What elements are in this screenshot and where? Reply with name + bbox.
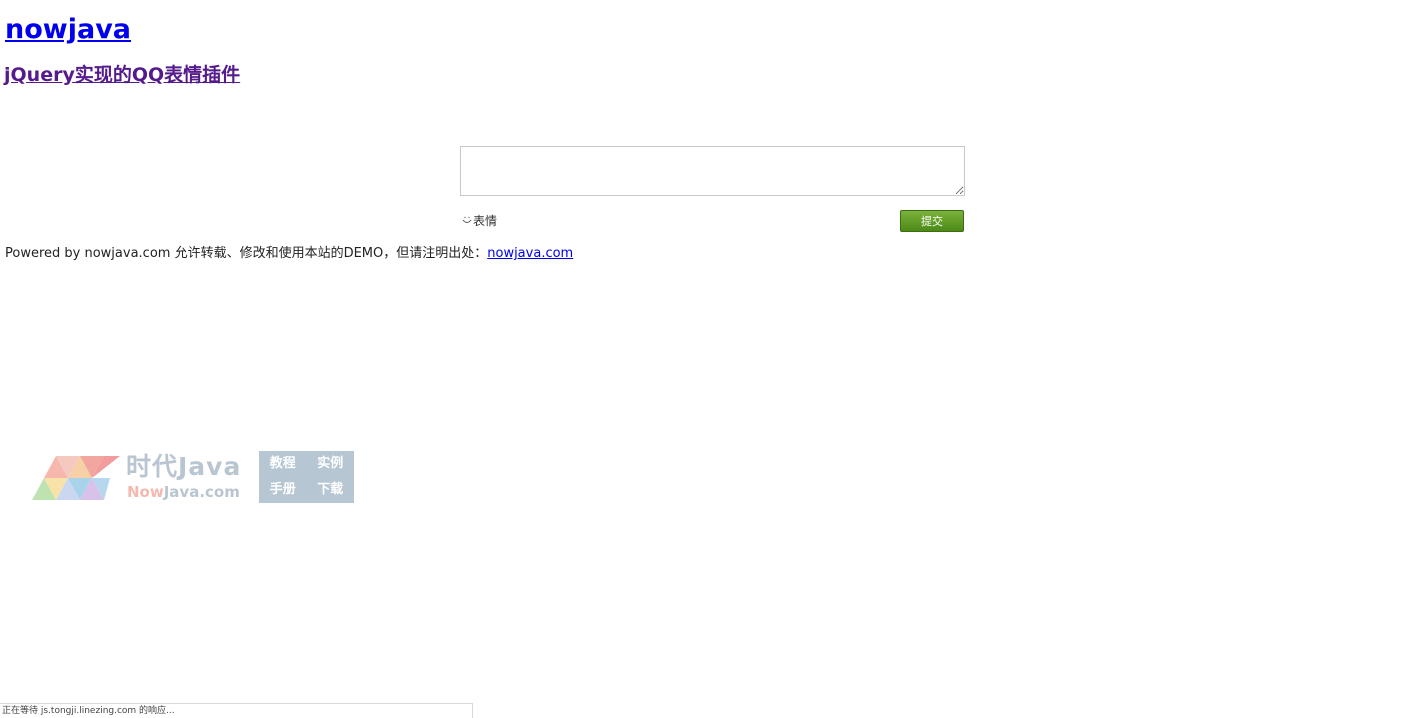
nowjava-watermark: 时代Java NowJava.com 教程 实例 手册 下载 [30,450,360,506]
submit-button[interactable]: 提交 [900,210,964,232]
watermark-nav-item: 手册 [269,482,296,497]
watermark-nav-item: 下载 [317,482,344,497]
site-title-link[interactable]: nowjava [5,14,131,45]
watermark-nav-box: 教程 实例 手册 下载 [259,451,354,503]
site-title: nowjava [5,12,131,48]
comment-textarea[interactable] [460,146,965,196]
watermark-brand-name: 时代Java [126,452,242,481]
watermark-nav-item: 实例 [317,456,344,471]
watermark-brand-url: NowJava.com [127,483,240,501]
page-heading-link[interactable]: jQuery实现的QQ表情插件 [4,64,240,86]
footer: Powered by nowjava.com 允许转载、修改和使用本站的DEMO… [5,245,573,263]
triangle-logo-icon [32,456,120,500]
smile-icon [462,216,472,223]
watermark-nav-item: 教程 [269,456,296,471]
footer-link[interactable]: nowjava.com [487,246,573,261]
emotion-toggle[interactable]: 表情 [461,212,497,230]
footer-text: Powered by nowjava.com 允许转载、修改和使用本站的DEMO… [5,246,488,261]
emotion-label: 表情 [473,214,498,228]
page-heading: jQuery实现的QQ表情插件 [4,62,240,88]
browser-status-bar: 正在等待 js.tongji.linezing.com 的响应... [0,703,473,718]
